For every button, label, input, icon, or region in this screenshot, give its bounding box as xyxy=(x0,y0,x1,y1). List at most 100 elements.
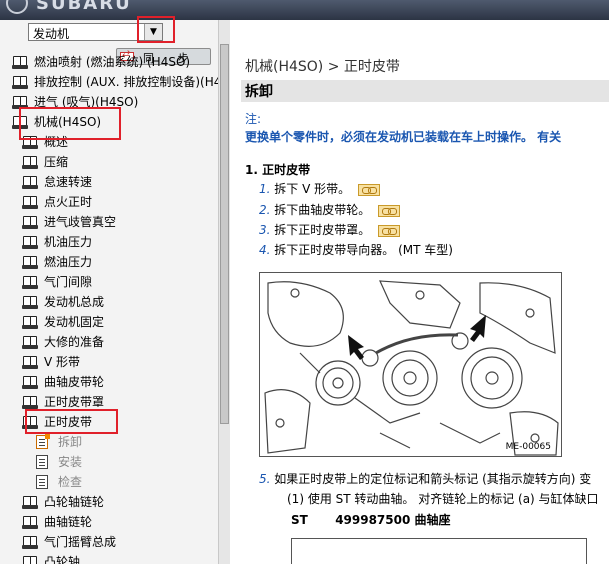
step-item: 5. 如果正时皮带上的定位标记和箭头标记 (其指示旋转方向) 变 xyxy=(259,470,591,487)
link-icon[interactable] xyxy=(378,204,401,217)
document-open-icon xyxy=(36,434,50,449)
note-label: 注: xyxy=(245,112,262,126)
system-select-value: 发动机 xyxy=(33,27,70,41)
tree-item[interactable]: 燃油压力 xyxy=(0,252,218,272)
tree-item-label: 发动机固定 xyxy=(44,315,105,329)
tool-value: 499987500 曲轴座 xyxy=(335,513,451,527)
highlight-box xyxy=(19,107,121,140)
step-text: 拆下曲轴皮带轮。 xyxy=(274,203,371,217)
book-icon xyxy=(22,316,38,329)
tree-item[interactable]: 进气歧管真空 xyxy=(0,212,218,232)
tree-item[interactable]: 曲轴链轮 xyxy=(0,512,218,532)
tree-item[interactable]: 怠速转速 xyxy=(0,172,218,192)
book-icon xyxy=(22,296,38,309)
tree-item[interactable]: 气门间隙 xyxy=(0,272,218,292)
navigation-panel: 发动机 ▼ 同 步 燃油喷射 (燃油系统) (H4SO)排放控制 (AUX. 排… xyxy=(0,20,230,564)
tree-item[interactable]: 检查 xyxy=(0,472,218,492)
book-icon xyxy=(22,196,38,209)
content-panel: 机械(H4SO) > 正时皮带 拆卸 注: 更换单个零件时，必须在发动机已装载在… xyxy=(231,20,609,564)
timing-belt-figure: ME-00065 xyxy=(259,272,562,457)
tree-item-label: 大修的准备 xyxy=(44,335,105,349)
tree-item-label: 进气歧管真空 xyxy=(44,215,117,229)
tree-item-label: 拆卸 xyxy=(58,435,83,449)
brand-logo: SUBARU xyxy=(6,0,156,14)
breadcrumb: 机械(H4SO) > 正时皮带 xyxy=(245,59,400,75)
book-icon xyxy=(22,376,38,389)
book-icon xyxy=(22,336,38,349)
book-icon xyxy=(22,396,38,409)
figure-partial xyxy=(291,538,587,564)
highlight-box xyxy=(25,409,118,434)
tree-item-label: 发动机总成 xyxy=(44,295,105,309)
tree-item[interactable]: 大修的准备 xyxy=(0,332,218,352)
step-item: 1. 拆下 V 形带。 xyxy=(259,180,380,197)
tree-item[interactable]: 点火正时 xyxy=(0,192,218,212)
book-icon xyxy=(22,556,38,564)
tree-item-label: 排放控制 (AUX. 排放控制设备)(H4 xyxy=(34,75,218,89)
tree-item-label: 怠速转速 xyxy=(44,175,93,189)
step-text: 拆下正时皮带导向器。 (MT 车型) xyxy=(274,243,453,257)
tree-item[interactable]: 气门摇臂总成 xyxy=(0,532,218,552)
link-icon[interactable] xyxy=(378,224,401,237)
step-number: 3. xyxy=(259,223,271,237)
tree-item-label: 安装 xyxy=(58,455,83,469)
tree-item[interactable]: 压缩 xyxy=(0,152,218,172)
tree-item-label: V 形带 xyxy=(44,355,81,369)
substep-text: (1) 使用 ST 转动曲轴。 对齐链轮上的标记 (a) 与缸体缺口 xyxy=(287,492,599,506)
tree-item[interactable]: 拆卸 xyxy=(0,432,218,452)
tree-item[interactable]: 凸轮轴链轮 xyxy=(0,492,218,512)
tree-item[interactable]: 发动机固定 xyxy=(0,312,218,332)
step-number: 5. xyxy=(259,472,271,486)
book-icon xyxy=(22,536,38,549)
tree-item[interactable]: 曲轴皮带轮 xyxy=(0,372,218,392)
tree-item[interactable]: 安装 xyxy=(0,452,218,472)
book-icon xyxy=(22,356,38,369)
book-icon xyxy=(22,276,38,289)
tree-item-label: 气门摇臂总成 xyxy=(44,535,117,549)
book-icon xyxy=(22,496,38,509)
link-icon[interactable] xyxy=(357,183,380,196)
scrollbar-thumb[interactable] xyxy=(220,44,229,424)
step-text: 拆下正时皮带罩。 xyxy=(274,223,371,237)
step-item: 4. 拆下正时皮带导向器。 (MT 车型) xyxy=(259,241,453,258)
figure-code: ME-00065 xyxy=(505,442,551,452)
tree-item[interactable]: 凸轮轴 xyxy=(0,552,218,564)
step-item: 3. 拆下正时皮带罩。 xyxy=(259,221,401,238)
step-number: 1. xyxy=(259,182,271,196)
tree-item-label: 燃油压力 xyxy=(44,255,93,269)
book-icon xyxy=(22,256,38,269)
step-number: 2. xyxy=(259,203,271,217)
book-icon xyxy=(22,216,38,229)
tool-label: ST xyxy=(291,513,308,527)
step-heading: 1. 正时皮带 xyxy=(245,163,311,177)
tree-item-label: 点火正时 xyxy=(44,195,93,209)
tree-item[interactable]: 发动机总成 xyxy=(0,292,218,312)
tree-item-label: 机油压力 xyxy=(44,235,93,249)
tree-item-label: 凸轮轴 xyxy=(44,555,81,564)
step-text: 如果正时皮带上的定位标记和箭头标记 (其指示旋转方向) 变 xyxy=(274,472,592,486)
tree-item-label: 检查 xyxy=(58,475,83,489)
book-icon xyxy=(22,176,38,189)
logo-text: SUBARU xyxy=(36,0,132,14)
logo-emblem-icon xyxy=(6,0,28,14)
tree-item-label: 燃油喷射 (燃油系统) (H4SO) xyxy=(34,55,191,69)
tree-item[interactable]: V 形带 xyxy=(0,352,218,372)
tree-item-label: 凸轮轴链轮 xyxy=(44,495,105,509)
tree-item[interactable]: 燃油喷射 (燃油系统) (H4SO) xyxy=(0,52,218,72)
book-icon xyxy=(12,76,28,89)
engine-diagram xyxy=(264,280,559,456)
section-header: 拆卸 xyxy=(241,80,609,102)
top-banner: SUBARU xyxy=(0,0,609,20)
step-text: 拆下 V 形带。 xyxy=(274,182,351,196)
step-number: 4. xyxy=(259,243,271,257)
highlight-box xyxy=(137,16,175,43)
tree-item[interactable]: 排放控制 (AUX. 排放控制设备)(H4 xyxy=(0,72,218,92)
nav-scrollbar[interactable] xyxy=(218,20,230,564)
book-icon xyxy=(22,516,38,529)
app-window: SUBARU 发动机 ▼ 同 步 燃油喷射 (燃油系统) (H4SO)排放控制 … xyxy=(0,0,609,564)
step-item: 2. 拆下曲轴皮带轮。 xyxy=(259,201,401,218)
tree-item-label: 气门间隙 xyxy=(44,275,93,289)
tree-item[interactable]: 机油压力 xyxy=(0,232,218,252)
special-tool: ST 499987500 曲轴座 xyxy=(291,511,451,528)
tree-item-label: 曲轴皮带轮 xyxy=(44,375,105,389)
